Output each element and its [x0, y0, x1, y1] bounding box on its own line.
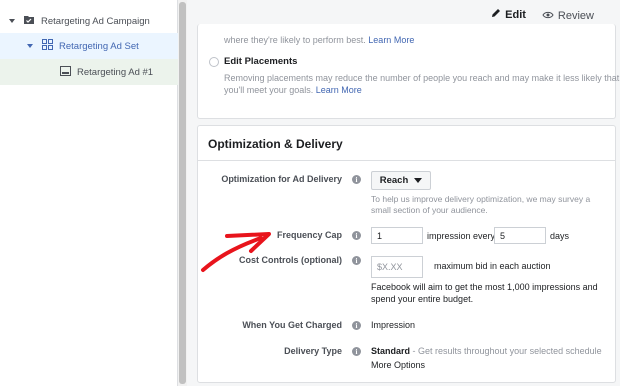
- delivery-type-value: Standard - Get results throughout your s…: [371, 346, 602, 356]
- info-icon[interactable]: i: [352, 231, 361, 240]
- placements-card: where they're likely to perform best. Le…: [197, 24, 620, 119]
- tab-edit-label: Edit: [505, 8, 526, 21]
- days-input[interactable]: 5: [494, 227, 546, 244]
- collapse-caret-icon[interactable]: [27, 44, 33, 48]
- section-title: Optimization & Delivery: [208, 137, 343, 151]
- bid-suffix-text: maximum bid in each auction: [434, 261, 551, 271]
- learn-more-link[interactable]: Learn More: [368, 35, 414, 45]
- adset-grid-icon: [42, 39, 53, 53]
- collapse-caret-icon[interactable]: [9, 19, 15, 23]
- folder-icon: [23, 14, 35, 28]
- opt-help: To help us improve delivery optimization…: [371, 194, 591, 215]
- pencil-icon: [491, 8, 501, 21]
- chevron-down-icon: [414, 178, 423, 183]
- tree-item-ad[interactable]: Retargeting Ad #1: [0, 59, 178, 85]
- eye-icon: [542, 10, 554, 22]
- sidebar-scrollbar[interactable]: [178, 0, 187, 386]
- optimization-dropdown[interactable]: Reach: [371, 171, 431, 190]
- days-text: days: [550, 231, 570, 241]
- info-icon[interactable]: i: [352, 256, 361, 265]
- cost-controls-label: Cost Controls (optional): [239, 255, 342, 265]
- opt-delivery-label: Optimization for Ad Delivery: [221, 174, 342, 184]
- scrollbar-thumb[interactable]: [179, 2, 186, 384]
- optimization-value: Reach: [379, 175, 409, 186]
- learn-more-link[interactable]: Learn More: [316, 85, 362, 95]
- tree-item-adset[interactable]: Retargeting Ad Set: [0, 33, 178, 59]
- tab-review-label: Review: [557, 10, 594, 22]
- info-icon[interactable]: i: [352, 347, 361, 356]
- campaign-tree-sidebar: Retargeting Ad Campaign Retargeting Ad S…: [0, 0, 178, 386]
- placements-help: where they're likely to perform best. Le…: [224, 35, 415, 45]
- optimization-card: Optimization & Delivery Optimization for…: [197, 125, 616, 383]
- edit-placements-radio[interactable]: [209, 57, 219, 67]
- ad-name: Retargeting Ad #1: [77, 66, 154, 78]
- bid-amount-input[interactable]: $X.XX: [371, 256, 423, 278]
- charged-label: When You Get Charged: [242, 320, 342, 330]
- edit-placements-label: Edit Placements: [224, 56, 298, 67]
- impressions-input[interactable]: 1: [371, 227, 423, 244]
- info-icon[interactable]: i: [352, 175, 361, 184]
- impression-every-text: impression every: [427, 231, 496, 241]
- adset-name: Retargeting Ad Set: [59, 40, 139, 52]
- frequency-cap-label: Frequency Cap: [276, 230, 342, 240]
- more-options-link[interactable]: More Options: [371, 360, 425, 370]
- edit-placements-desc: Removing placements may reduce the numbe…: [224, 73, 620, 95]
- campaign-name: Retargeting Ad Campaign: [41, 15, 150, 27]
- tree-item-campaign[interactable]: Retargeting Ad Campaign: [0, 8, 178, 34]
- divider: [198, 160, 615, 161]
- delivery-type-label: Delivery Type: [284, 346, 342, 356]
- main-panel: Edit Review where they're likely to perf…: [187, 0, 620, 386]
- cost-help: Facebook will aim to get the most 1,000 …: [371, 282, 598, 304]
- charged-value: Impression: [371, 320, 416, 330]
- ad-icon: [60, 65, 71, 79]
- info-icon[interactable]: i: [352, 321, 361, 330]
